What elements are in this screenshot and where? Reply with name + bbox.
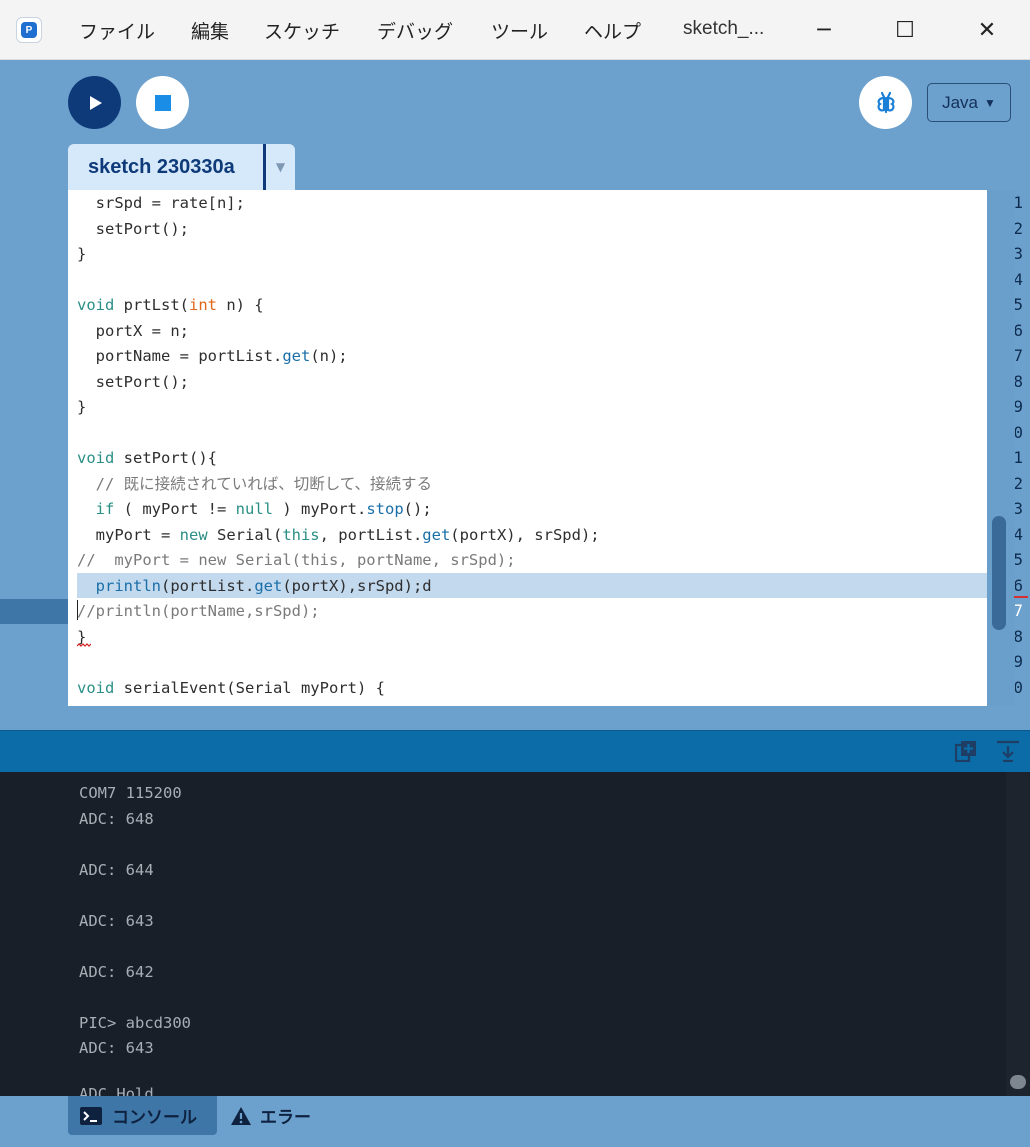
editor-scrollbar-thumb[interactable] [992, 516, 1006, 630]
debugger-button[interactable] [859, 76, 912, 129]
text-cursor [77, 600, 78, 620]
menu-debug[interactable]: デバッグ [377, 17, 453, 44]
code-line: // myPort = new Serial(this, portName, s… [77, 551, 516, 569]
code-line: if ( myPort != null ) myPort.stop(); [95, 500, 432, 518]
minimize-button[interactable]: ─ [808, 14, 840, 46]
current-line-gutter-highlight [0, 599, 68, 624]
console-line: COM7 115200 [79, 784, 182, 802]
tab-errors-label: エラー [260, 1108, 311, 1128]
code-line: setPort(); [77, 372, 189, 391]
code-line: } [77, 398, 87, 416]
tab-sketch[interactable]: sketch 230330a [68, 144, 265, 190]
warning-icon [231, 1106, 251, 1125]
code-line: // 既に接続されていれば、切断して、接続する [77, 474, 432, 493]
console-divider[interactable] [0, 730, 1030, 772]
code-line: } [77, 245, 87, 263]
line-number-gutter [0, 190, 68, 706]
close-window-button[interactable]: ✕ [971, 14, 1003, 46]
play-icon [89, 95, 102, 110]
error-squiggle [77, 643, 91, 647]
chevron-down-icon: ▼ [984, 95, 996, 110]
mode-label: Java [942, 92, 979, 112]
code-line: println(portList.get(portX),srSpd);d [95, 576, 432, 595]
run-button[interactable] [68, 76, 121, 129]
console-line: PIC> abcd300 [79, 1014, 191, 1032]
code-line: void prtLst(int n) { [77, 296, 264, 314]
code-editor[interactable]: srSpd = rate[n]; setPort();} void prtLst(… [68, 190, 987, 706]
code-line: portX = n; [77, 321, 189, 340]
processing-app-icon[interactable]: P [16, 17, 42, 43]
stop-button[interactable] [136, 76, 189, 129]
mode-selector[interactable]: Java ▼ [927, 83, 1011, 122]
title-bar: P ファイル 編集 スケッチ デバッグ ツール ヘルプ sketch_... ─… [0, 0, 1030, 60]
terminal-icon [80, 1106, 102, 1125]
menu-file[interactable]: ファイル [79, 17, 155, 44]
console-scrollbar-thumb[interactable] [1010, 1075, 1026, 1089]
menu-tools[interactable]: ツール [491, 17, 548, 44]
console-line: ADC: 644 [79, 861, 154, 879]
clear-console-icon[interactable] [996, 740, 1020, 762]
console-line: ADC Hold [79, 1085, 154, 1096]
maximize-button[interactable]: ☐ [889, 14, 921, 46]
menu-help[interactable]: ヘルプ [584, 17, 641, 44]
code-line: //println(portName,srSpd); [77, 602, 320, 620]
console-output[interactable]: COM7 115200 ADC: 648 ADC: 644 ADC: 643 A… [0, 772, 1006, 1096]
tab-errors[interactable]: エラー [230, 1096, 311, 1135]
tab-console[interactable]: コンソール [68, 1096, 217, 1135]
code-line: myPort = new Serial(this, portList.get(p… [77, 525, 600, 544]
menu-edit[interactable]: 編集 [191, 17, 229, 44]
console-line: ADC: 643 [79, 1039, 154, 1057]
code-line: void serialEvent(Serial myPort) { [77, 678, 385, 697]
code-line: portName = portList.get(n); [77, 347, 348, 365]
tab-menu-button[interactable]: ▼ [266, 144, 295, 190]
copy-icon[interactable] [955, 740, 977, 762]
console-line: ADC: 643 [79, 912, 154, 930]
tab-console-label: コンソール [112, 1108, 197, 1128]
code-line: void setPort(){ [77, 449, 217, 467]
console-scrollbar[interactable] [1006, 772, 1030, 1096]
console-line: ADC: 648 [79, 810, 154, 828]
code-line: srSpd = rate[n]; [77, 194, 245, 212]
window-title: sketch_... [683, 18, 765, 39]
chevron-down-icon: ▼ [275, 160, 286, 174]
stop-icon [154, 94, 171, 111]
error-marker[interactable] [1014, 596, 1028, 598]
debug-butterfly-icon [877, 91, 894, 113]
console-line: ADC: 642 [79, 963, 154, 981]
code-line: setPort(); [77, 219, 189, 238]
menu-sketch[interactable]: スケッチ [264, 17, 340, 44]
